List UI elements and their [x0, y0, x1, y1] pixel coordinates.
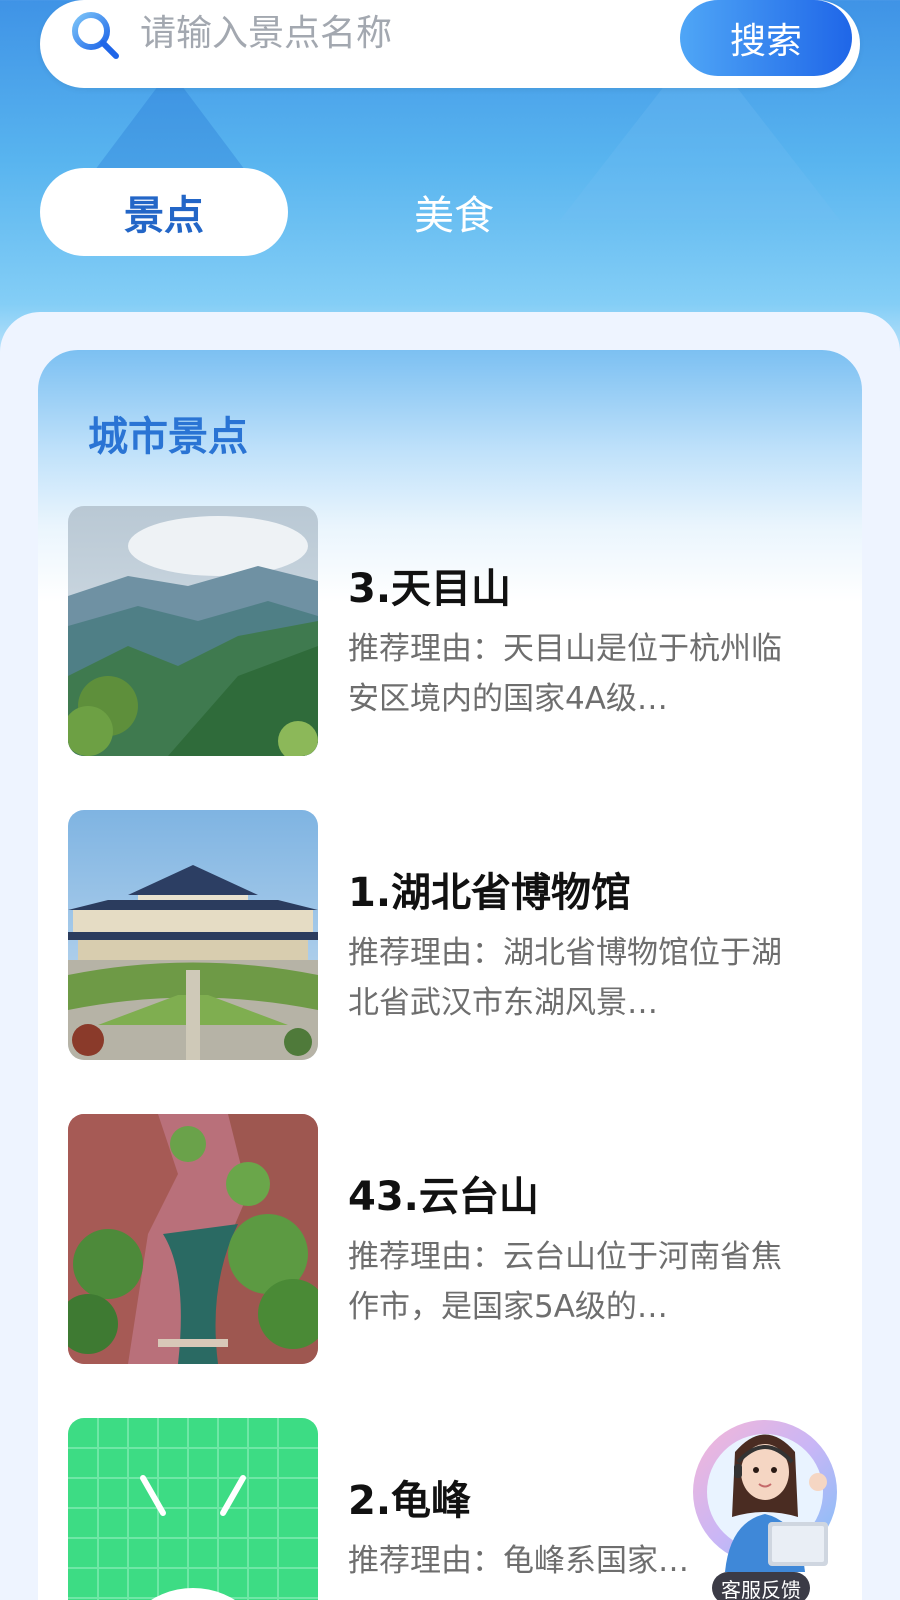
tab-food[interactable]: 美食 — [330, 168, 578, 256]
search-icon — [68, 8, 122, 62]
item-description: 推荐理由：云台山位于河南省焦作市，是国家5A级的… — [348, 1239, 782, 1325]
tab-scenic-spots[interactable]: 景点 — [40, 168, 288, 256]
item-description: 推荐理由：天目山是位于杭州临安区境内的国家4A级… — [348, 631, 782, 717]
item-title: 3.天目山 — [348, 566, 512, 612]
attraction-image — [68, 506, 318, 756]
attraction-image — [68, 810, 318, 1060]
search-button[interactable]: 搜索 — [680, 0, 852, 76]
item-description: 推荐理由：湖北省博物馆位于湖北省武汉市东湖风景… — [348, 935, 782, 1021]
canyon-lake-image — [68, 1114, 318, 1364]
agent-avatar-icon — [693, 1420, 837, 1572]
item-title: 1.湖北省博物馆 — [348, 870, 632, 916]
item-title: 2.龟峰 — [348, 1478, 472, 1524]
customer-service-button[interactable]: 客服反馈 — [680, 1412, 850, 1600]
attraction-image — [68, 1418, 318, 1600]
museum-building-image — [68, 810, 318, 1060]
list-item[interactable]: 3.天目山 推荐理由：天目山是位于杭州临安区境内的国家4A级… — [68, 506, 828, 756]
attraction-image — [68, 1114, 318, 1364]
section-title: 城市景点 — [88, 414, 248, 460]
list-item[interactable]: 1.湖北省博物馆 推荐理由：湖北省博物馆位于湖北省武汉市东湖风景… — [68, 810, 828, 1060]
search-bar: 搜索 — [40, 0, 860, 88]
customer-service-label: 客服反馈 — [712, 1572, 810, 1600]
item-title: 43.云台山 — [348, 1174, 539, 1220]
android-placeholder-icon — [68, 1418, 318, 1600]
list-item[interactable]: 43.云台山 推荐理由：云台山位于河南省焦作市，是国家5A级的… — [68, 1114, 828, 1364]
mountain-landscape-image — [68, 506, 318, 756]
search-input[interactable] — [140, 8, 680, 58]
